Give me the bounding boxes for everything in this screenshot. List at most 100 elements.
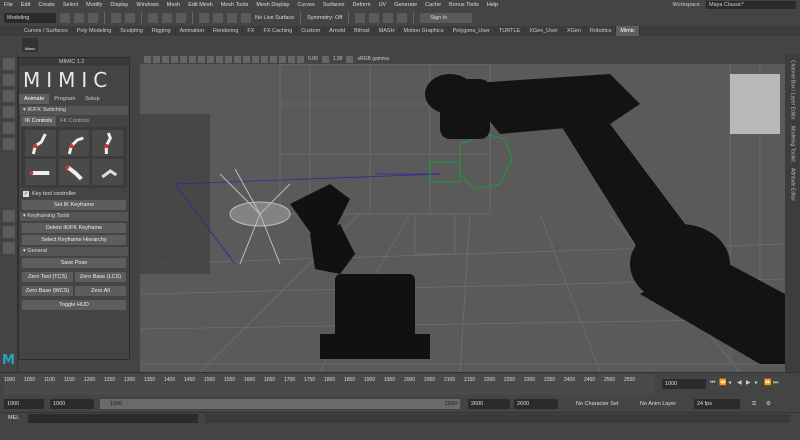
shelf-tab-animation[interactable]: Animation: [176, 26, 210, 36]
menu-help[interactable]: Help: [487, 2, 498, 8]
show-icon[interactable]: [171, 55, 178, 63]
ao-icon[interactable]: [279, 55, 286, 63]
workspace-dropdown[interactable]: Maya Classic*: [706, 1, 796, 9]
menu-set-dropdown[interactable]: Modeling: [4, 13, 56, 23]
renderer-icon[interactable]: [180, 55, 187, 63]
shelf-tab-bifrost[interactable]: Bifrost: [350, 26, 375, 36]
playback-end-field[interactable]: 2600: [468, 399, 510, 409]
viewport-canvas[interactable]: persp: [140, 63, 785, 372]
save-pose-button[interactable]: Save Pose: [22, 258, 126, 268]
step-forward-frame-icon[interactable]: ▸: [755, 379, 761, 387]
paint-select-icon[interactable]: [3, 90, 15, 102]
robot-thumbnail[interactable]: [92, 159, 123, 185]
aa-icon[interactable]: [288, 55, 295, 63]
ipr-render-icon[interactable]: [369, 13, 380, 23]
render-icon[interactable]: [355, 13, 366, 23]
zero-base-lcs-button[interactable]: Zero Base (LCS): [75, 272, 126, 282]
shadows-icon[interactable]: [243, 55, 250, 63]
shelf-tab-rigging[interactable]: Rigging: [148, 26, 176, 36]
character-set-dropdown[interactable]: No Character Set: [576, 399, 619, 409]
snap-point-icon[interactable]: [227, 13, 237, 23]
symmetry-dropdown[interactable]: Symmetry: Off: [307, 15, 342, 21]
tab-animate[interactable]: Animate: [19, 94, 50, 104]
menu-curves[interactable]: Curves: [297, 2, 314, 8]
go-to-start-icon[interactable]: ⏮: [710, 379, 716, 387]
shelf-tab-fx[interactable]: FX: [243, 26, 260, 36]
play-backwards-icon[interactable]: ◀: [737, 379, 743, 387]
shading-icon[interactable]: [153, 55, 160, 63]
new-scene-icon[interactable]: [60, 13, 70, 23]
mimic-shelf-button[interactable]: Mimic: [22, 38, 38, 52]
zero-tool-tcs-button[interactable]: Zero Tool (TCS): [22, 272, 73, 282]
grid-icon[interactable]: [198, 55, 205, 63]
lighting-icon[interactable]: [162, 55, 169, 63]
layout-four-icon[interactable]: [3, 226, 15, 238]
xray-icon[interactable]: [261, 55, 268, 63]
tab-program[interactable]: Program: [49, 94, 80, 104]
robot-thumbnail[interactable]: [25, 159, 56, 185]
go-to-end-icon[interactable]: ⏭: [773, 379, 779, 387]
anim-layer-dropdown[interactable]: No Anim Layer: [640, 399, 676, 409]
current-frame-field[interactable]: 1000: [662, 379, 706, 389]
time-slider[interactable]: 1000 1050 1100 1150 1200 1250 1300 1350 1400 1450…: [0, 372, 800, 396]
step-forward-key-icon[interactable]: ⏩: [764, 379, 771, 387]
menu-edit-mesh[interactable]: Edit Mesh: [188, 2, 212, 8]
channel-box-tab[interactable]: Channel Box / Layer Editor: [790, 60, 796, 120]
open-scene-icon[interactable]: [74, 13, 84, 23]
live-surface-field[interactable]: No Live Surface: [255, 15, 294, 21]
tab-ik-controls[interactable]: IK Controls: [21, 116, 57, 126]
shelf-tab-polygons-user[interactable]: Polygons_User: [449, 26, 495, 36]
attribute-editor-tab[interactable]: Attribute Editor: [790, 168, 796, 201]
zero-base-wcs-button[interactable]: Zero Base (WCS): [22, 286, 73, 296]
section-keyframing-tools[interactable]: ▾ Keyframing Tools: [20, 212, 128, 221]
robot-thumbnail[interactable]: [58, 130, 90, 156]
lights-icon[interactable]: [234, 55, 241, 63]
save-scene-icon[interactable]: [88, 13, 98, 23]
redo-icon[interactable]: [125, 13, 135, 23]
shelf-tab-mimic[interactable]: Mimic: [616, 26, 640, 36]
shelf-tab-xgen[interactable]: XGen: [563, 26, 587, 36]
menu-cache[interactable]: Cache: [425, 2, 441, 8]
menu-file[interactable]: File: [4, 2, 13, 8]
robot-thumbnail[interactable]: [92, 130, 123, 156]
menu-generate[interactable]: Generate: [394, 2, 417, 8]
snap-grid-icon[interactable]: [199, 13, 209, 23]
zero-all-button[interactable]: Zero All: [75, 286, 126, 296]
gamma-field[interactable]: 1.00: [333, 56, 343, 62]
delete-ikfk-keyframe-button[interactable]: Delete IK/FK Keyframe: [22, 223, 126, 233]
playback-start-field[interactable]: 1000: [50, 399, 94, 409]
key-tool-controller-checkbox[interactable]: ✓: [23, 191, 29, 197]
shelf-tab-xgen-user[interactable]: XGen_User: [525, 26, 563, 36]
lasso-tool-icon[interactable]: [3, 74, 15, 86]
modeling-toolkit-tab[interactable]: Modeling Toolkit: [790, 126, 796, 162]
viewport-persp[interactable]: 0.00 1.00 sRGB gamma: [140, 54, 785, 372]
shelf-tab-arnold[interactable]: Arnold: [325, 26, 351, 36]
hypershade-icon[interactable]: [397, 13, 408, 23]
fps-dropdown[interactable]: 24 fps: [694, 399, 740, 409]
menu-mesh-display[interactable]: Mesh Display: [256, 2, 289, 8]
menu-bonus-tools[interactable]: Bonus Tools: [449, 2, 479, 8]
move-tool-icon[interactable]: [3, 106, 15, 118]
undo-icon[interactable]: [111, 13, 121, 23]
gamma-icon[interactable]: [321, 55, 329, 63]
play-forwards-icon[interactable]: ▶: [746, 379, 752, 387]
mel-label[interactable]: MEL: [8, 415, 19, 421]
select-tool-icon[interactable]: [3, 58, 15, 70]
shelf-tab-poly-modeling[interactable]: Poly Modeling: [73, 26, 117, 36]
command-input[interactable]: [28, 414, 198, 423]
scale-tool-icon[interactable]: [3, 138, 15, 150]
tab-fk-controls[interactable]: FK Controls: [56, 116, 93, 126]
menu-mesh-tools[interactable]: Mesh Tools: [221, 2, 249, 8]
view-icon[interactable]: [144, 55, 151, 63]
camera-icon[interactable]: [189, 55, 196, 63]
menu-select[interactable]: Select: [63, 2, 78, 8]
shelf-tab-fx-caching[interactable]: FX Caching: [259, 26, 298, 36]
toggle-hud-button[interactable]: Toggle HUD: [22, 300, 126, 310]
shelf-tab-sculpting[interactable]: Sculpting: [116, 26, 148, 36]
animation-end-field[interactable]: 2600: [514, 399, 558, 409]
xray-joints-icon[interactable]: [270, 55, 277, 63]
preferences-icon[interactable]: ⚙: [766, 399, 771, 409]
step-back-key-icon[interactable]: ⏪: [719, 379, 726, 387]
shelf-tab-turtle[interactable]: TURTLE: [495, 26, 526, 36]
workspace-selector[interactable]: Workspace : Maya Classic*: [673, 1, 796, 9]
